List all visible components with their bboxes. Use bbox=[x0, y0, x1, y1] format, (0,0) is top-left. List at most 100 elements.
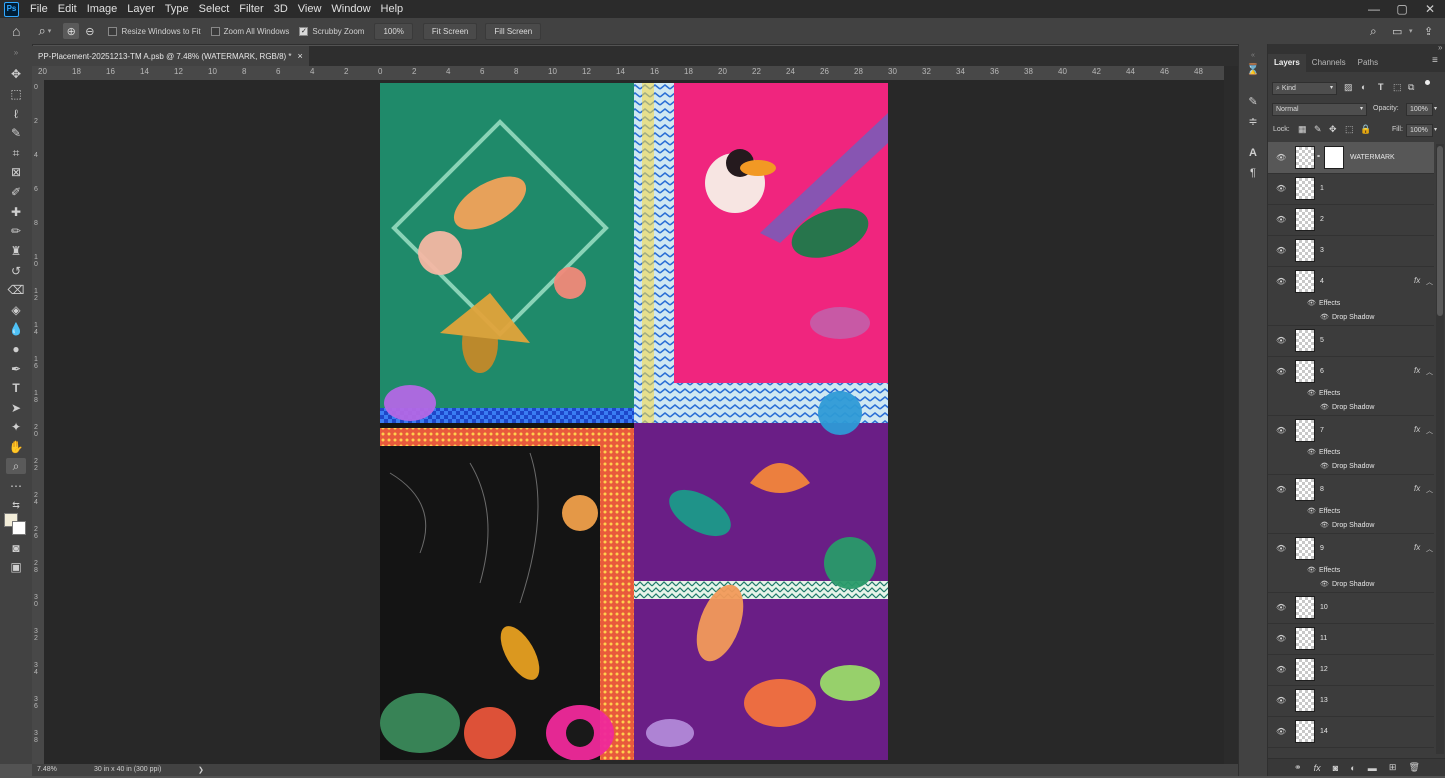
drop-shadow-eye-icon[interactable]: 👁 bbox=[1320, 313, 1329, 321]
chevron-up-icon[interactable]: ︿ bbox=[1426, 277, 1433, 287]
layer-thumbnail[interactable] bbox=[1295, 146, 1315, 169]
marquee-tool-icon[interactable]: ⬚ bbox=[6, 86, 26, 102]
move-tool-icon[interactable]: ✥ bbox=[6, 66, 26, 82]
new-adjustment-layer-icon[interactable]: ◐ bbox=[1350, 763, 1355, 773]
chevron-up-icon[interactable]: ︿ bbox=[1426, 485, 1433, 495]
layer-thumbnail[interactable] bbox=[1295, 596, 1315, 619]
hand-tool-icon[interactable]: ✋ bbox=[6, 439, 26, 455]
visibility-eye-icon[interactable]: 👁 bbox=[1276, 246, 1286, 256]
layer-name[interactable]: 6 bbox=[1320, 368, 1324, 375]
layer-thumbnail[interactable] bbox=[1295, 627, 1315, 650]
background-color-swatch[interactable] bbox=[12, 521, 26, 535]
menu-edit[interactable]: Edit bbox=[53, 3, 82, 15]
tab-layers[interactable]: Layers bbox=[1268, 54, 1306, 72]
scrubby-zoom-checkbox[interactable]: ✓ Scrubby Zoom bbox=[299, 26, 364, 36]
visibility-eye-icon[interactable]: 👁 bbox=[1276, 544, 1286, 554]
layer-name[interactable]: 5 bbox=[1320, 337, 1324, 344]
layer-thumbnail[interactable] bbox=[1295, 720, 1315, 743]
lock-artboard-icon[interactable]: ⬚ bbox=[1345, 124, 1354, 135]
close-tab-icon[interactable]: × bbox=[298, 51, 303, 61]
new-group-icon[interactable]: ▬ bbox=[1368, 763, 1377, 773]
layers-scrollbar[interactable] bbox=[1436, 144, 1444, 754]
effects-eye-icon[interactable]: 👁 bbox=[1307, 389, 1316, 397]
lock-position-icon[interactable]: ✥ bbox=[1329, 124, 1337, 135]
close-window-button[interactable]: ✕ bbox=[1416, 0, 1444, 18]
crop-tool-icon[interactable]: ⌗ bbox=[6, 145, 26, 161]
layer-thumbnail[interactable] bbox=[1295, 537, 1315, 560]
restore-button[interactable]: ▢ bbox=[1388, 0, 1416, 18]
history-panel-icon[interactable]: ⌛ bbox=[1245, 62, 1261, 76]
document-tab[interactable]: PP-Placement-20251213-TM A.psb @ 7.48% (… bbox=[32, 46, 309, 66]
filter-smart-object-icon[interactable]: ⧉ bbox=[1408, 82, 1414, 93]
lock-pixels-icon[interactable]: ✎ bbox=[1314, 124, 1322, 135]
eraser-tool-icon[interactable]: ⌫ bbox=[6, 282, 26, 298]
artboard[interactable] bbox=[380, 83, 888, 760]
swap-colors-icon[interactable]: ⇆ bbox=[6, 497, 26, 513]
eyedropper-tool-icon[interactable]: ✐ bbox=[6, 184, 26, 200]
effects-label[interactable]: Effects bbox=[1319, 300, 1340, 307]
zoom-tool-preset-icon[interactable]: ⌕ bbox=[38, 23, 45, 39]
history-brush-tool-icon[interactable]: ↺ bbox=[6, 263, 26, 279]
drop-shadow-eye-icon[interactable]: 👁 bbox=[1320, 521, 1329, 529]
layer-thumbnail[interactable] bbox=[1295, 658, 1315, 681]
layer-row[interactable]: 👁 2 bbox=[1268, 204, 1434, 236]
filter-toggle-icon[interactable] bbox=[1425, 80, 1430, 85]
layer-row[interactable]: 👁 14 bbox=[1268, 716, 1434, 748]
effects-label[interactable]: Effects bbox=[1319, 567, 1340, 574]
photoshop-logo-icon[interactable]: Ps bbox=[4, 1, 19, 17]
drop-shadow-label[interactable]: Drop Shadow bbox=[1332, 314, 1374, 321]
layer-row[interactable]: 👁 7 fx ︿ 👁 Effects 👁 Drop Shadow bbox=[1268, 415, 1434, 475]
effects-eye-icon[interactable]: 👁 bbox=[1307, 507, 1316, 515]
visibility-eye-icon[interactable]: 👁 bbox=[1276, 277, 1286, 287]
effects-eye-icon[interactable]: 👁 bbox=[1307, 299, 1316, 307]
panel-menu-icon[interactable]: ≡ bbox=[1432, 55, 1438, 66]
chevron-down-icon[interactable]: ▾ bbox=[48, 27, 52, 35]
paint-bucket-tool-icon[interactable]: ◈ bbox=[6, 302, 26, 318]
layer-mask-thumbnail[interactable] bbox=[1324, 146, 1344, 169]
filter-shape-icon[interactable]: ⬚ bbox=[1393, 82, 1402, 93]
chevron-down-icon[interactable]: ▾ bbox=[1409, 27, 1413, 35]
layer-row[interactable]: 👁 4 fx ︿ 👁 Effects 👁 Drop Shadow bbox=[1268, 266, 1434, 326]
chevron-down-icon[interactable]: ▾ bbox=[1434, 105, 1437, 112]
layer-name[interactable]: 3 bbox=[1320, 247, 1324, 254]
effects-eye-icon[interactable]: 👁 bbox=[1307, 448, 1316, 456]
panel-collapse-icon[interactable]: » bbox=[1438, 43, 1442, 52]
layer-effects-icon[interactable]: fx bbox=[1414, 276, 1420, 285]
layer-name[interactable]: 2 bbox=[1320, 216, 1324, 223]
filter-type-icon[interactable]: T bbox=[1378, 82, 1384, 92]
layer-thumbnail[interactable] bbox=[1295, 689, 1315, 712]
layer-name[interactable]: 11 bbox=[1320, 635, 1327, 642]
chevron-up-icon[interactable]: ︿ bbox=[1426, 544, 1433, 554]
healing-brush-tool-icon[interactable]: ✚ bbox=[6, 204, 26, 220]
layer-effects-icon[interactable]: fx bbox=[1414, 425, 1420, 434]
visibility-eye-icon[interactable]: 👁 bbox=[1276, 485, 1286, 495]
blend-mode-select[interactable]: Normal ▾ bbox=[1272, 103, 1367, 116]
character-panel-icon[interactable]: A bbox=[1245, 146, 1261, 160]
link-layers-icon[interactable]: ⚭ bbox=[1294, 762, 1302, 773]
drop-shadow-label[interactable]: Drop Shadow bbox=[1332, 581, 1374, 588]
effects-eye-icon[interactable]: 👁 bbox=[1307, 566, 1316, 574]
shape-tool-icon[interactable]: ✦ bbox=[6, 419, 26, 435]
drop-shadow-label[interactable]: Drop Shadow bbox=[1332, 522, 1374, 529]
menu-type[interactable]: Type bbox=[160, 3, 194, 15]
dock-collapse-icon[interactable]: « bbox=[1245, 48, 1261, 62]
zoom-tool-icon[interactable]: ⌕ bbox=[6, 458, 26, 474]
visibility-eye-icon[interactable]: 👁 bbox=[1276, 215, 1286, 225]
layer-name[interactable]: 9 bbox=[1320, 545, 1324, 552]
tab-channels[interactable]: Channels bbox=[1306, 54, 1352, 72]
layer-filter-select[interactable]: ⌕ Kind ▾ bbox=[1272, 82, 1337, 95]
dodge-tool-icon[interactable]: ● bbox=[6, 341, 26, 357]
effects-label[interactable]: Effects bbox=[1319, 508, 1340, 515]
visibility-eye-icon[interactable]: 👁 bbox=[1276, 696, 1286, 706]
fit-screen-button[interactable]: Fit Screen bbox=[422, 22, 478, 40]
layer-row[interactable]: 👁 1 bbox=[1268, 173, 1434, 205]
layer-name[interactable]: 12 bbox=[1320, 666, 1328, 673]
visibility-eye-icon[interactable]: 👁 bbox=[1276, 426, 1286, 436]
minimize-button[interactable]: — bbox=[1360, 0, 1388, 18]
adjustments-panel-icon[interactable]: ≑ bbox=[1245, 114, 1261, 128]
layer-row[interactable]: 👁 8 fx ︿ 👁 Effects 👁 Drop Shadow bbox=[1268, 474, 1434, 534]
scrollbar-thumb[interactable] bbox=[1437, 146, 1443, 316]
layer-name[interactable]: 4 bbox=[1320, 278, 1324, 285]
layer-row[interactable]: 👁 9 fx ︿ 👁 Effects 👁 Drop Shadow bbox=[1268, 533, 1434, 593]
layer-thumbnail[interactable] bbox=[1295, 478, 1315, 501]
